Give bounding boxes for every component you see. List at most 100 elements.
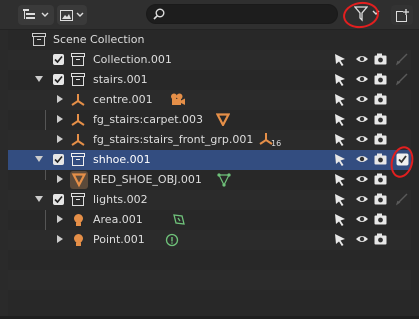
- collection-icon: [71, 53, 85, 66]
- empty-object-icon: [71, 134, 85, 146]
- children-count-badge: 16: [271, 139, 282, 148]
- row-label: Point.001: [93, 233, 145, 246]
- red-annotation-circle: [341, 0, 381, 31]
- selectable-arrow-icon[interactable]: [334, 93, 346, 107]
- camera-object-icon: [171, 93, 185, 105]
- eye-icon[interactable]: [355, 133, 369, 145]
- row-label: fg_stairs:stairs_front_grp.001: [93, 133, 254, 146]
- row-label: Collection.001: [93, 53, 172, 66]
- point-light-data-icon: [165, 233, 179, 247]
- check-icon: [54, 75, 63, 84]
- selectable-arrow-icon[interactable]: [334, 113, 346, 127]
- selectable-arrow-icon[interactable]: [334, 173, 346, 187]
- eye-icon[interactable]: [355, 173, 369, 185]
- light-object-icon: [74, 234, 83, 246]
- camera-icon[interactable]: [374, 233, 387, 246]
- expand-triangle-right-icon[interactable]: [57, 175, 64, 183]
- collection-row[interactable]: Collection.001: [8, 50, 411, 70]
- camera-icon[interactable]: [374, 93, 387, 106]
- empty-object-icon: [71, 94, 85, 106]
- object-row[interactable]: fg_stairs:carpet.003: [8, 110, 411, 130]
- eye-icon[interactable]: [355, 113, 369, 125]
- eye-icon[interactable]: [355, 233, 369, 245]
- camera-icon[interactable]: [374, 53, 387, 66]
- eye-icon[interactable]: [355, 213, 369, 225]
- expand-triangle-right-icon[interactable]: [57, 95, 64, 103]
- expand-triangle-right-icon[interactable]: [57, 235, 64, 243]
- camera-icon[interactable]: [374, 113, 387, 126]
- camera-icon[interactable]: [374, 193, 387, 206]
- expand-triangle-right-icon[interactable]: [57, 115, 64, 123]
- light-object-icon: [74, 214, 83, 226]
- collection-icon: [71, 193, 85, 206]
- selectable-arrow-icon[interactable]: [334, 193, 346, 207]
- row-label: stairs.001: [93, 73, 148, 86]
- scene-collection-icon: [32, 33, 46, 46]
- new-collection-icon: [395, 8, 409, 22]
- expand-triangle-right-icon[interactable]: [57, 135, 64, 143]
- eye-icon[interactable]: [355, 153, 369, 165]
- selectable-arrow-icon[interactable]: [334, 153, 346, 167]
- empty-row: [8, 290, 411, 310]
- check-icon: [54, 195, 63, 204]
- object-row[interactable]: centre.001: [8, 90, 411, 110]
- holdout-checkbox-icon[interactable]: [396, 53, 409, 66]
- row-label: Area.001: [93, 213, 143, 226]
- exclude-checkbox[interactable]: [53, 194, 64, 205]
- row-label: lights.002: [93, 193, 148, 206]
- check-icon: [54, 55, 63, 64]
- outliner-icon: [23, 9, 35, 19]
- object-row[interactable]: fg_stairs:stairs_front_grp.001 16: [8, 130, 411, 150]
- outliner-header: [0, 0, 419, 31]
- object-row[interactable]: Area.001: [8, 210, 411, 230]
- row-label: centre.001: [93, 93, 153, 106]
- row-label: fg_stairs:carpet.003: [93, 113, 204, 126]
- expand-triangle-icon[interactable]: [35, 196, 43, 203]
- exclude-checkbox[interactable]: [53, 54, 64, 65]
- display-mode-dropdown[interactable]: [18, 5, 54, 25]
- camera-icon[interactable]: [374, 153, 387, 166]
- holdout-checkbox-icon[interactable]: [396, 193, 409, 206]
- selectable-arrow-icon[interactable]: [334, 213, 346, 227]
- search-input[interactable]: [146, 4, 338, 24]
- collection-row[interactable]: lights.002: [8, 190, 411, 210]
- eye-icon[interactable]: [355, 53, 369, 65]
- empty-row: [8, 250, 411, 270]
- eye-icon[interactable]: [355, 73, 369, 85]
- chevron-down-icon: [41, 12, 49, 17]
- scene-collection-label: Scene Collection: [53, 33, 145, 46]
- collection-row-selected[interactable]: shhoe.001: [8, 150, 411, 170]
- selectable-arrow-icon[interactable]: [334, 133, 346, 147]
- mesh-data-icon: [217, 173, 231, 187]
- area-light-data-icon: [173, 214, 185, 225]
- collection-icon: [71, 153, 85, 166]
- new-collection-button[interactable]: [391, 5, 413, 25]
- exclude-checkbox[interactable]: [53, 154, 64, 165]
- active-object-highlight: [70, 171, 88, 189]
- camera-icon[interactable]: [374, 133, 387, 146]
- scene-collection-row[interactable]: Scene Collection: [8, 30, 411, 50]
- object-row[interactable]: Point.001: [8, 230, 411, 250]
- camera-icon[interactable]: [374, 173, 387, 186]
- collection-row[interactable]: stairs.001: [8, 70, 411, 90]
- camera-icon[interactable]: [374, 213, 387, 226]
- expand-triangle-icon[interactable]: [35, 76, 43, 83]
- check-icon: [54, 155, 63, 164]
- expand-triangle-right-icon[interactable]: [57, 215, 64, 223]
- empty-object-icon: [71, 114, 85, 126]
- mesh-object-icon: [71, 173, 87, 188]
- chevron-down-icon: [76, 12, 84, 17]
- expand-triangle-icon[interactable]: [35, 156, 43, 163]
- object-row[interactable]: RED_SHOE_OBJ.001: [8, 170, 411, 190]
- mesh-object-icon: [216, 113, 230, 126]
- collection-icon: [71, 73, 85, 86]
- selectable-arrow-icon[interactable]: [334, 73, 346, 87]
- eye-icon[interactable]: [355, 193, 369, 205]
- eye-icon[interactable]: [355, 93, 369, 105]
- holdout-checkbox-icon[interactable]: [396, 73, 409, 86]
- camera-icon[interactable]: [374, 73, 387, 86]
- selectable-arrow-icon[interactable]: [334, 53, 346, 67]
- filter-view-dropdown[interactable]: [57, 5, 87, 25]
- selectable-arrow-icon[interactable]: [334, 233, 346, 247]
- exclude-checkbox[interactable]: [53, 74, 64, 85]
